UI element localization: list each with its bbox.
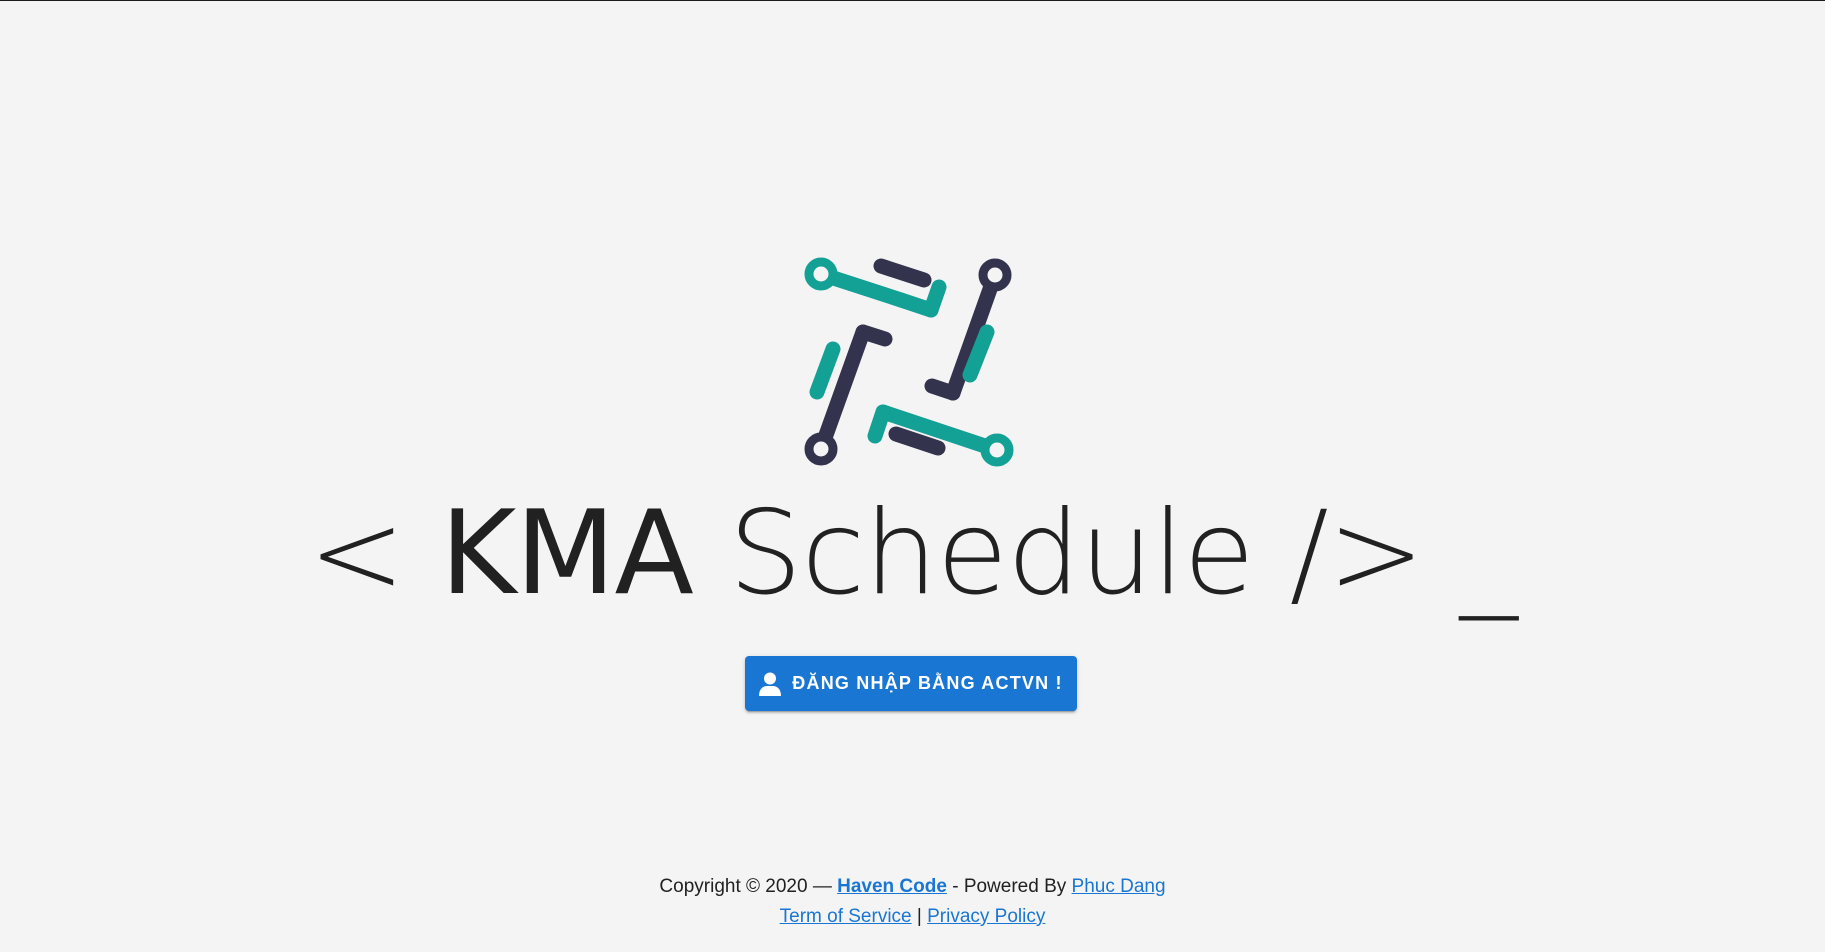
title-prefix: < xyxy=(308,486,441,621)
footer-legal-line: Term of Service | Privacy Policy xyxy=(0,902,1825,932)
footer: Copyright © 2020 — Haven Code - Powered … xyxy=(0,872,1825,932)
terms-of-service-link[interactable]: Term of Service xyxy=(780,906,912,927)
privacy-policy-link[interactable]: Privacy Policy xyxy=(927,906,1045,927)
landing-page: < KMA Schedule /> _ ĐĂNG NHẬP BẰNG ACTVN… xyxy=(0,0,1825,952)
author-link[interactable]: Phuc Dang xyxy=(1072,876,1166,897)
kma-circuit-logo-icon xyxy=(804,257,1014,467)
user-icon xyxy=(759,672,782,696)
logo-teal-left-bar xyxy=(809,341,841,400)
page-title: < KMA Schedule /> _ xyxy=(0,484,1825,624)
login-actvn-button[interactable]: ĐĂNG NHẬP BẰNG ACTVN ! xyxy=(745,656,1077,711)
title-rest: Schedule /> _ xyxy=(692,486,1518,621)
haven-code-link[interactable]: Haven Code xyxy=(837,876,947,897)
legal-separator: | xyxy=(911,906,928,927)
top-border xyxy=(0,0,1825,1)
powered-by-text: - Powered By xyxy=(946,876,1072,897)
logo-navy-top-bar xyxy=(873,258,932,288)
title-kma: KMA xyxy=(440,486,694,621)
login-button-label: ĐĂNG NHẬP BẰNG ACTVN ! xyxy=(792,673,1063,693)
copyright-text: Copyright © 2020 — xyxy=(659,876,838,897)
footer-copyright-line: Copyright © 2020 — Haven Code - Powered … xyxy=(0,872,1825,902)
